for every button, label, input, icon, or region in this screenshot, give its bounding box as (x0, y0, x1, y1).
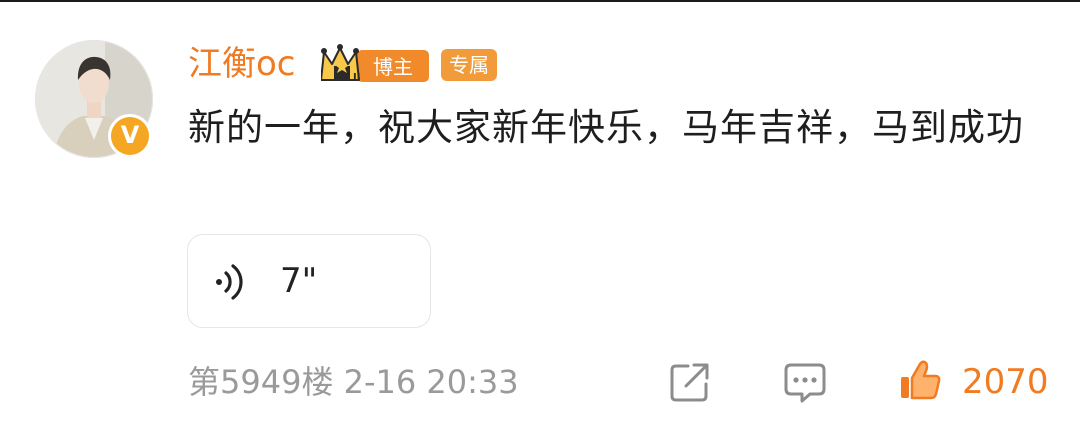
top-divider (0, 0, 1080, 2)
share-icon[interactable] (668, 360, 712, 404)
crown-badge-icon: 博主 II (320, 44, 429, 83)
voice-wave-icon (216, 264, 243, 300)
blogger-crown-badge[interactable]: 博主 II (320, 42, 431, 84)
crown-level: II (353, 72, 360, 83)
username[interactable]: 江衡oc (188, 42, 296, 86)
thumbs-up-icon[interactable] (898, 358, 942, 402)
verified-badge: V (108, 114, 152, 158)
exclusive-badge[interactable]: 专属 (441, 49, 497, 81)
comment-item: V 江衡oc 博主 II 专属 新的一年，祝大家新年快乐，马年吉祥，马到成功 7… (0, 0, 1080, 424)
floor-and-timestamp: 第5949楼 2-16 20:33 (188, 363, 519, 401)
like-count: 2070 (962, 362, 1049, 402)
comment-text: 新的一年，祝大家新年快乐，马年吉祥，马到成功 (188, 106, 1024, 149)
crown-badge-label: 博主 (373, 55, 413, 79)
comment-bubble-icon[interactable] (782, 360, 828, 404)
voice-duration: 7" (280, 261, 318, 301)
verified-v-icon: V (111, 117, 149, 155)
voice-message[interactable]: 7" (187, 234, 431, 328)
